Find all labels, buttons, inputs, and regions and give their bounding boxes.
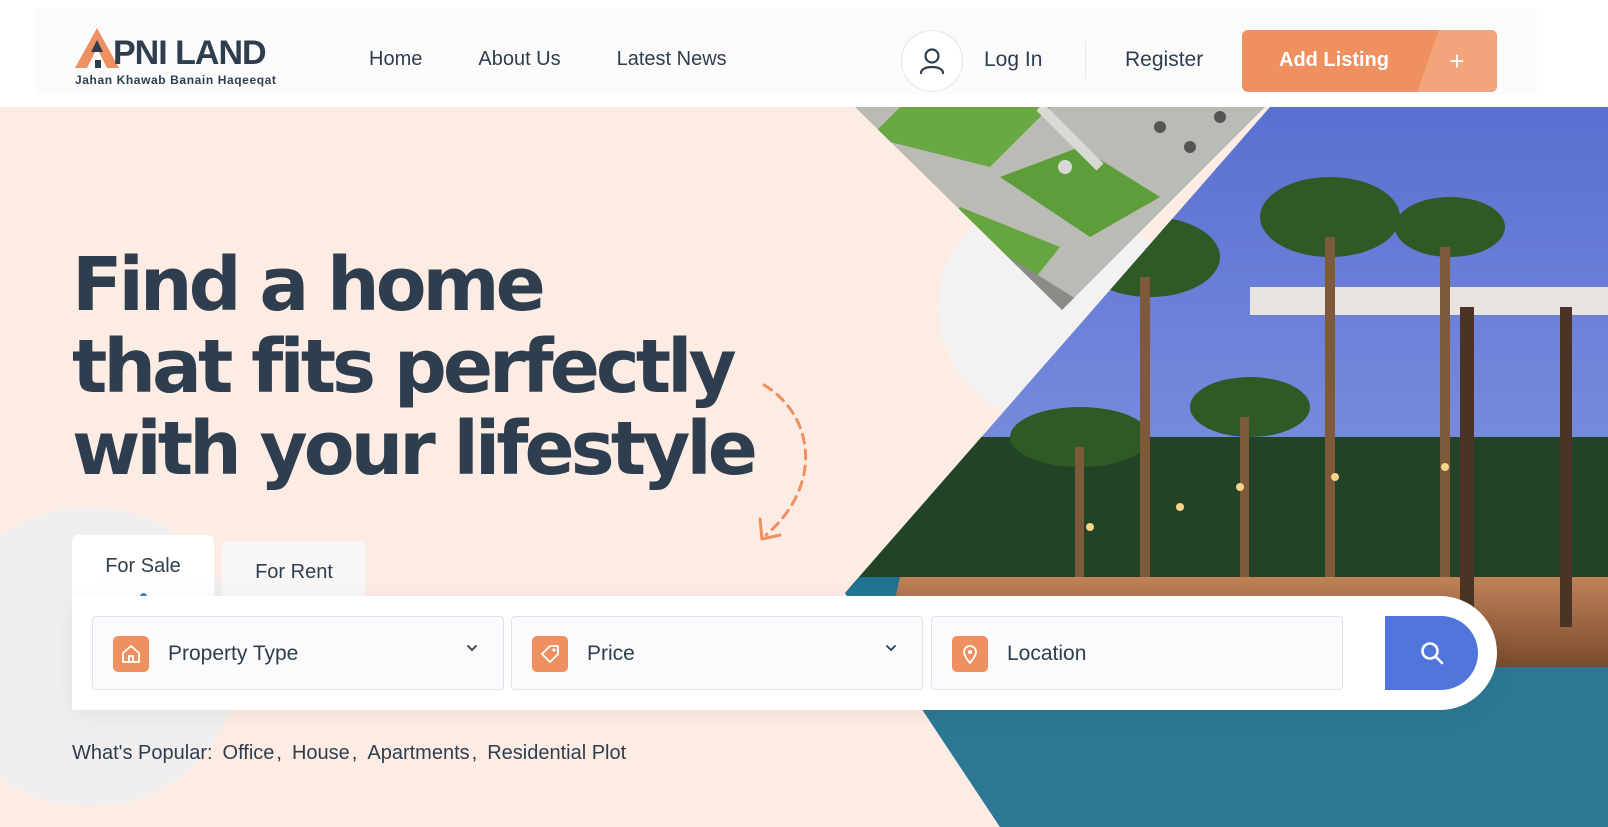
- price-select[interactable]: Price: [511, 616, 923, 690]
- register-link[interactable]: Register: [1125, 48, 1203, 72]
- headline-line: Find a home: [72, 242, 546, 328]
- add-listing-label: Add Listing: [1279, 49, 1389, 71]
- chevron-down-icon: [886, 645, 896, 652]
- nav-home[interactable]: Home: [369, 48, 422, 71]
- tag-icon: [532, 636, 568, 672]
- search-button[interactable]: [1385, 616, 1478, 690]
- popular-link-apartments[interactable]: Apartments: [367, 742, 469, 765]
- plus-icon: +: [1417, 30, 1497, 92]
- site-header: PNI LAND Jahan Khawab Banain Haqeeqat Ho…: [35, 8, 1537, 94]
- location-input[interactable]: Location: [931, 616, 1343, 690]
- popular-searches: What's Popular: Office, House, Apartment…: [72, 742, 626, 765]
- add-listing-button[interactable]: Add Listing +: [1242, 30, 1497, 92]
- logo[interactable]: PNI LAND Jahan Khawab Banain Haqeeqat: [73, 26, 293, 90]
- nav-about-us[interactable]: About Us: [478, 48, 560, 71]
- popular-link-residential-plot[interactable]: Residential Plot: [487, 742, 626, 765]
- user-account-button[interactable]: [901, 30, 963, 92]
- separator: ,: [276, 742, 282, 764]
- user-icon: [919, 48, 945, 75]
- property-type-label: Property Type: [168, 642, 299, 665]
- property-type-select[interactable]: Property Type: [92, 616, 504, 690]
- location-label: Location: [1007, 642, 1087, 665]
- nav-latest-news[interactable]: Latest News: [617, 48, 727, 71]
- hero-headline: Find a home that fits perfectly with you…: [72, 242, 758, 492]
- resort-pool-image: [845, 107, 1608, 827]
- search-icon: [1420, 642, 1443, 665]
- main-nav: Home About Us Latest News: [369, 48, 727, 71]
- curved-arrow-icon: [758, 383, 808, 541]
- popular-link-house[interactable]: House: [292, 742, 350, 765]
- login-link[interactable]: Log In: [984, 48, 1042, 72]
- map-pin-icon: [952, 636, 988, 672]
- home-icon: [113, 636, 149, 672]
- chevron-down-icon: [467, 645, 477, 652]
- popular-label: What's Popular:: [72, 742, 213, 764]
- header-divider: [1085, 42, 1086, 78]
- popular-link-office[interactable]: Office: [223, 742, 275, 765]
- hero-section: Find a home that fits perfectly with you…: [0, 107, 1608, 827]
- property-search-bar: Property Type Price Location: [72, 596, 1497, 710]
- logo-wordmark: PNI LAND: [113, 34, 267, 72]
- separator: ,: [351, 742, 358, 764]
- headline-line: that fits perfectly: [72, 324, 737, 410]
- separator: ,: [471, 742, 478, 764]
- logo-tagline: Jahan Khawab Banain Haqeeqat: [75, 73, 277, 87]
- headline-line: with your lifestyle: [72, 406, 758, 492]
- tab-for-rent[interactable]: For Rent: [222, 541, 366, 603]
- price-label: Price: [587, 642, 635, 665]
